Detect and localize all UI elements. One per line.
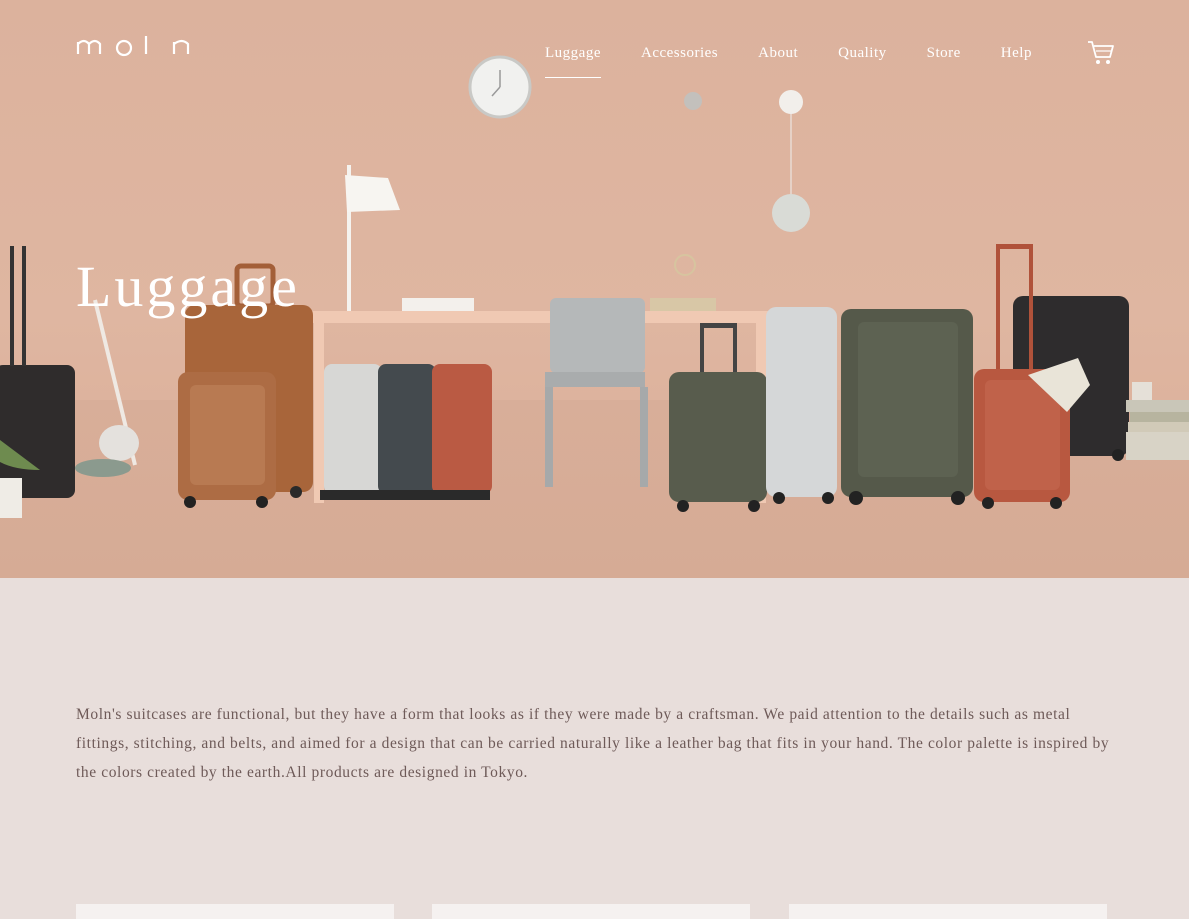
nav-quality[interactable]: Quality xyxy=(838,44,887,78)
product-card[interactable] xyxy=(432,904,750,919)
nav-about[interactable]: About xyxy=(758,44,798,78)
main-nav: Luggage Accessories About Quality Store … xyxy=(545,44,1032,78)
product-card[interactable] xyxy=(76,904,394,919)
nav-store[interactable]: Store xyxy=(927,44,961,78)
product-card[interactable] xyxy=(789,904,1107,919)
hero-banner: moln Luggage Accessories About Quality S… xyxy=(0,0,1189,578)
moln-logo[interactable]: moln xyxy=(76,30,198,60)
cart-icon[interactable] xyxy=(1087,40,1115,66)
intro-text: Moln's suitcases are functional, but the… xyxy=(76,706,1110,781)
nav-help[interactable]: Help xyxy=(1001,44,1032,78)
nav-luggage[interactable]: Luggage xyxy=(545,44,601,78)
nav-accessories[interactable]: Accessories xyxy=(641,44,718,78)
hero-title: Luggage xyxy=(76,254,300,319)
